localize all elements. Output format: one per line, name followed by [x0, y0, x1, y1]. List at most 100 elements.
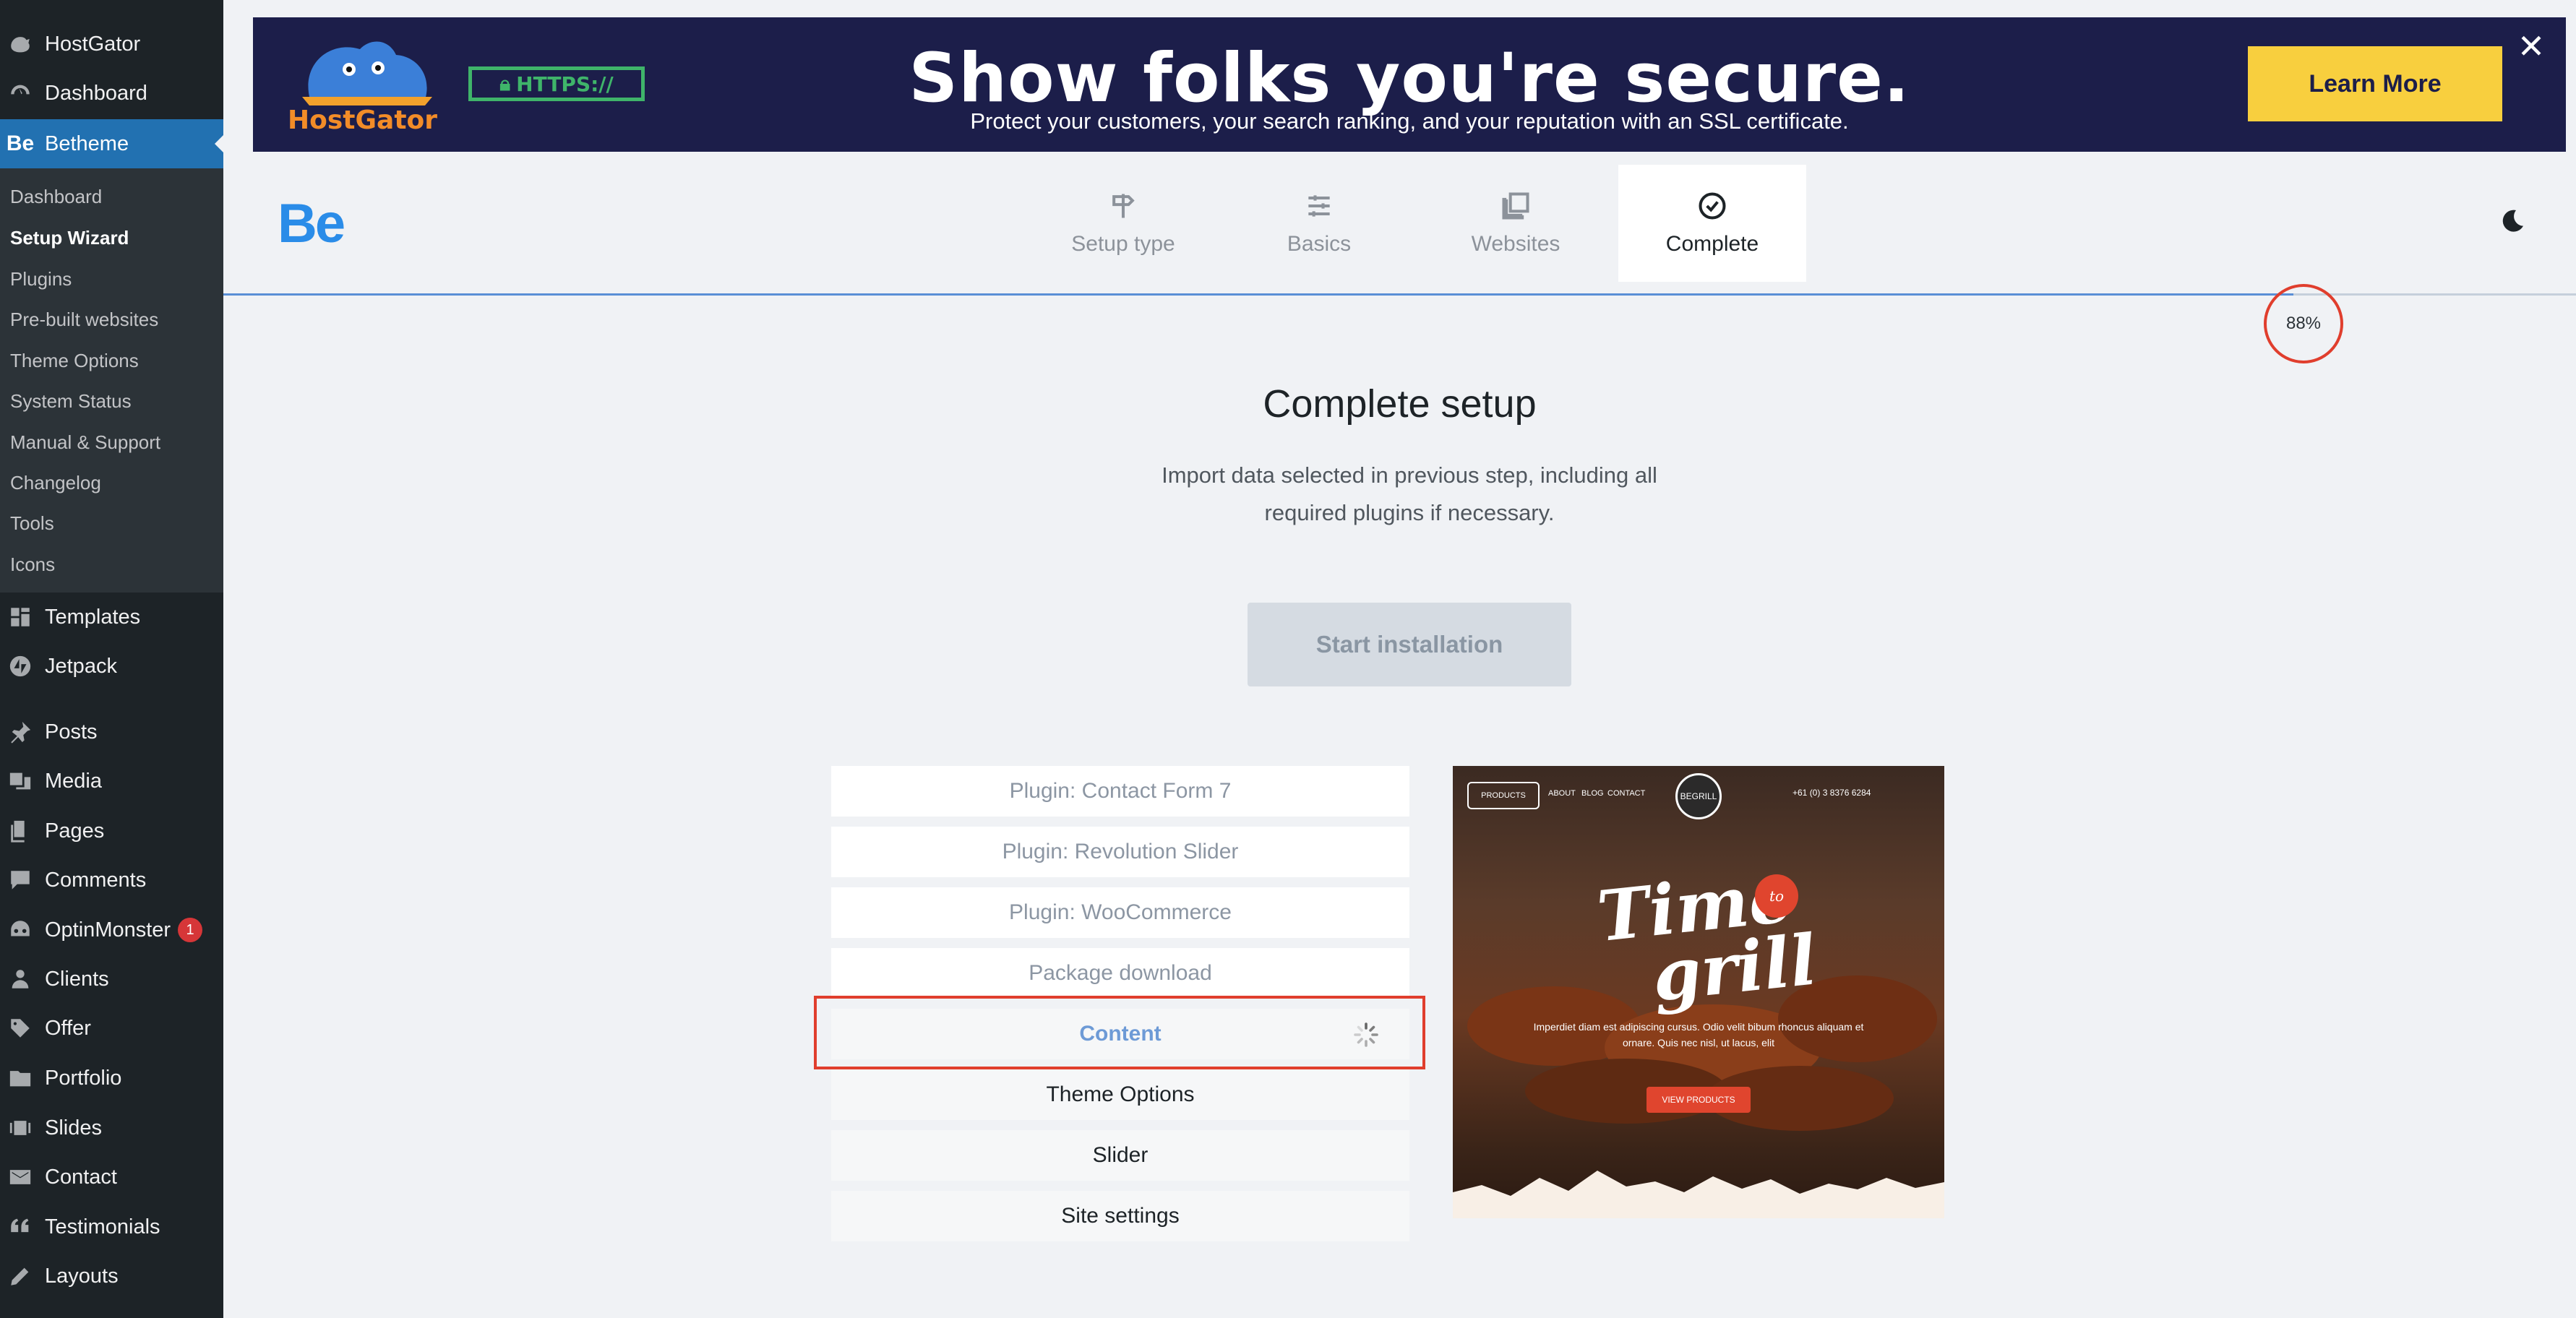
- comments-icon: [6, 866, 35, 895]
- page-title: Complete setup: [1263, 382, 1537, 426]
- current-task-highlight: [814, 996, 1425, 1069]
- menu-item-contact[interactable]: Contact: [0, 1153, 223, 1202]
- task-plugin-contact-form: Plugin: Contact Form 7: [831, 766, 1409, 817]
- menu-item-comments[interactable]: Comments: [0, 856, 223, 905]
- jetpack-icon: [6, 652, 35, 681]
- menu-label: Media: [45, 769, 102, 793]
- menu-label: Comments: [45, 868, 147, 892]
- menu-item-portfolio[interactable]: Portfolio: [0, 1054, 223, 1103]
- menu-item-jetpack[interactable]: Jetpack: [0, 642, 223, 691]
- menu-item-slides[interactable]: Slides: [0, 1103, 223, 1153]
- description-line: required plugins if necessary.: [1264, 500, 1555, 525]
- submenu-dashboard[interactable]: Dashboard: [10, 182, 102, 211]
- pin-icon: [6, 718, 35, 746]
- preview-nav-link: BLOG: [1581, 789, 1604, 798]
- menu-label: Layouts: [45, 1264, 119, 1288]
- banner-subtext: Protect your customers, your search rank…: [970, 108, 1849, 134]
- submenu-prebuilt-websites[interactable]: Pre-built websites: [10, 305, 158, 334]
- edit-icon: [6, 1262, 35, 1291]
- preview-torn-edge: [1453, 1171, 1944, 1218]
- start-installation-button[interactable]: Start installation: [1248, 603, 1571, 686]
- menu-label: Portfolio: [45, 1066, 122, 1090]
- menu-label: Clients: [45, 967, 109, 991]
- mail-icon: [6, 1163, 35, 1192]
- step-setup-type[interactable]: Setup type: [1029, 165, 1217, 282]
- banner-headline: Show folks you're secure.: [909, 39, 1910, 118]
- menu-label: OptinMonster: [45, 918, 171, 942]
- menu-item-testimonials[interactable]: Testimonials: [0, 1202, 223, 1252]
- signpost-icon: [1112, 194, 1135, 218]
- submenu-manual-support[interactable]: Manual & Support: [10, 428, 160, 457]
- menu-item-hostgator[interactable]: HostGator: [0, 20, 223, 69]
- betheme-submenu: Dashboard Setup Wizard Plugins Pre-built…: [0, 168, 223, 593]
- media-icon: [6, 767, 35, 796]
- submenu-plugins[interactable]: Plugins: [10, 264, 72, 293]
- step-websites[interactable]: Websites: [1422, 165, 1610, 282]
- optinmonster-icon: [6, 916, 35, 944]
- tag-icon: [6, 1014, 35, 1043]
- preview-phone: +61 (0) 3 8376 6284: [1793, 788, 1871, 798]
- ssl-promo-banner: HostGator 🔒︎ HTTPS:// Show folks you're …: [253, 17, 2566, 152]
- quote-icon: [6, 1213, 35, 1241]
- close-icon[interactable]: ✕: [2515, 30, 2547, 63]
- menu-label: Posts: [45, 720, 98, 744]
- submenu-theme-options[interactable]: Theme Options: [10, 346, 139, 375]
- submenu-system-status[interactable]: System Status: [10, 387, 132, 415]
- task-plugin-woocommerce: Plugin: WooCommerce: [831, 887, 1409, 938]
- menu-item-betheme[interactable]: Be Betheme: [0, 119, 223, 168]
- notification-badge: 1: [178, 918, 203, 942]
- page-description: Import data selected in previous step, i…: [1135, 457, 1684, 532]
- spinner-icon: [1354, 1022, 1378, 1047]
- menu-label: Contact: [45, 1165, 117, 1189]
- menu-item-layouts[interactable]: Layouts: [0, 1252, 223, 1301]
- preview-nav-link: ABOUT: [1548, 789, 1576, 798]
- preview-nav-link: CONTACT: [1607, 789, 1646, 798]
- pages-icon: [6, 817, 35, 845]
- submenu-tools[interactable]: Tools: [10, 509, 54, 538]
- step-label: Setup type: [1071, 232, 1175, 256]
- admin-sidebar: HostGator Dashboard Be Betheme Dashboard…: [0, 0, 223, 1318]
- submenu-setup-wizard[interactable]: Setup Wizard: [10, 223, 129, 252]
- menu-label: Pages: [45, 819, 105, 843]
- task-site-settings: Site settings: [831, 1191, 1409, 1241]
- preview-logo: BEGRILL: [1675, 773, 1722, 819]
- betheme-logo: Be: [278, 193, 345, 254]
- menu-item-optinmonster[interactable]: OptinMonster 1: [0, 905, 223, 955]
- menu-item-dashboard[interactable]: Dashboard: [0, 69, 223, 118]
- slides-icon: [6, 1114, 35, 1142]
- preview-products-button: PRODUCTS: [1467, 782, 1540, 809]
- dashboard-icon: [6, 79, 35, 108]
- task-plugin-revolution-slider: Plugin: Revolution Slider: [831, 827, 1409, 877]
- website-preview: PRODUCTS ABOUT BLOG CONTACT BEGRILL +61 …: [1453, 766, 1944, 1218]
- menu-item-pages[interactable]: Pages: [0, 806, 223, 856]
- sliders-icon: [1308, 195, 1330, 217]
- progress-percentage: 88%: [2264, 284, 2343, 363]
- clients-icon: [6, 965, 35, 994]
- menu-item-posts[interactable]: Posts: [0, 707, 223, 757]
- menu-label: HostGator: [45, 32, 141, 56]
- menu-label: Offer: [45, 1016, 91, 1040]
- menu-item-clients[interactable]: Clients: [0, 955, 223, 1004]
- copy-icon: [1502, 192, 1529, 220]
- menu-label: Jetpack: [45, 654, 117, 678]
- menu-item-templates[interactable]: Templates: [0, 593, 223, 642]
- step-label: Basics: [1287, 232, 1352, 256]
- menu-item-media[interactable]: Media: [0, 757, 223, 806]
- menu-label: Slides: [45, 1116, 102, 1140]
- templates-icon: [6, 603, 35, 632]
- task-theme-options: Theme Options: [831, 1069, 1409, 1120]
- submenu-changelog[interactable]: Changelog: [10, 468, 101, 497]
- menu-item-offer[interactable]: Offer: [0, 1004, 223, 1053]
- menu-label: Betheme: [45, 132, 129, 155]
- moon-icon[interactable]: [2498, 207, 2527, 236]
- learn-more-button[interactable]: Learn More: [2248, 46, 2502, 121]
- preview-cta-button: VIEW PRODUCTS: [1647, 1087, 1751, 1113]
- preview-navbar: PRODUCTS ABOUT BLOG CONTACT BEGRILL +61 …: [1453, 766, 1944, 824]
- folder-icon: [6, 1064, 35, 1093]
- step-label: Complete: [1665, 232, 1759, 256]
- submenu-icons[interactable]: Icons: [10, 550, 55, 579]
- step-complete[interactable]: Complete: [1618, 165, 1806, 282]
- step-basics[interactable]: Basics: [1225, 165, 1413, 282]
- step-label: Websites: [1471, 232, 1560, 256]
- menu-label: Testimonials: [45, 1215, 160, 1239]
